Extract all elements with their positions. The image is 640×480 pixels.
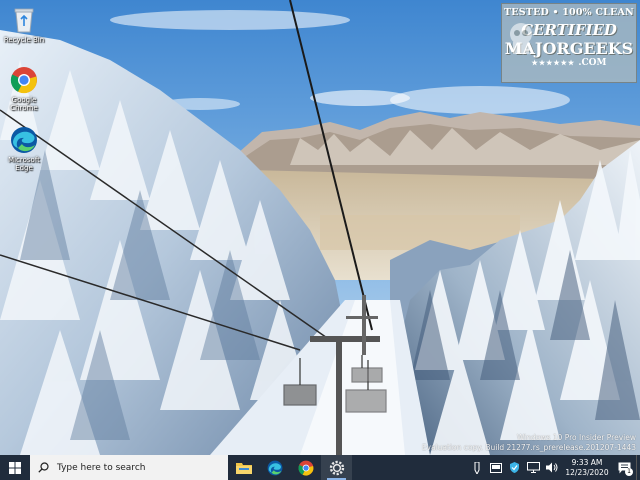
taskbar: Type here to search 9:33 AM 12/23/2020 1 [0,455,640,480]
notification-count: 1 [625,468,633,476]
tray-network[interactable] [524,455,543,480]
tray-app[interactable] [486,455,505,480]
watermark-tested: TESTED • 100% CLEAN [504,7,634,18]
recycle-bin-icon [14,8,34,33]
desktop-icon-google-chrome[interactable]: Google Chrome [2,66,46,112]
build-info: Windows 10 Pro Insider Preview Evaluatio… [422,433,636,453]
clock-time: 9:33 AM [571,457,603,467]
taskbar-edge[interactable] [259,455,290,480]
mascot-icon [510,23,532,54]
edge-icon [267,460,282,475]
volume-icon [546,462,558,473]
chrome-icon [10,67,37,94]
taskbar-file-explorer[interactable] [228,455,259,480]
action-center-button[interactable]: 1 [612,455,636,480]
pen-workspace-icon [474,461,479,474]
chrome-icon [298,460,313,476]
show-desktop-button[interactable] [636,455,640,480]
taskbar-clock[interactable]: 9:33 AM 12/23/2020 [562,458,612,478]
desktop-icon-microsoft-edge[interactable]: Microsoft Edge [2,126,46,172]
recycle-bin-label: Recycle Bin [3,36,45,44]
windows-logo-icon [9,461,21,474]
chrome-label: Google Chrome [10,96,38,112]
network-icon [527,462,540,473]
build-edition: Windows 10 Pro Insider Preview [516,433,636,442]
settings-icon [329,460,344,475]
taskbar-chrome[interactable] [290,455,321,480]
search-icon [38,462,49,473]
search-placeholder: Type here to search [57,462,146,473]
taskbar-settings[interactable] [321,455,352,480]
taskbar-app-icon [489,462,502,473]
edge-label: Microsoft Edge [8,156,40,172]
security-icon [510,462,519,473]
edge-icon [11,127,37,153]
start-button[interactable] [0,455,30,480]
file-explorer-icon [235,462,252,474]
watermark-domain: .COM [578,58,607,68]
desktop-icon-recycle-bin[interactable]: Recycle Bin [2,6,46,44]
tray-volume[interactable] [543,455,562,480]
clock-date: 12/23/2020 [565,467,609,477]
taskbar-search-box[interactable]: Type here to search [30,455,228,480]
watermark-stars: ★★★★★★ [531,58,576,67]
system-tray: 9:33 AM 12/23/2020 1 [467,455,640,480]
tray-security[interactable] [505,455,524,480]
majorgeeks-watermark: TESTED • 100% CLEAN CERTIFIED MAJORGEEKS… [501,3,637,83]
build-number: Evaluation copy. Build 21277.rs_prerelea… [421,443,636,452]
tray-pen-workspace[interactable] [467,455,486,480]
